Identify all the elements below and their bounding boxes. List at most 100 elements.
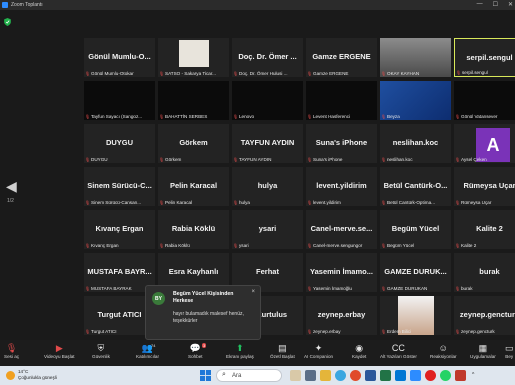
participant-name: Rümeysa Uçar xyxy=(463,181,515,190)
toolbar-shield-button[interactable]: ⛨ Güvenlik xyxy=(92,343,110,359)
word-icon[interactable] xyxy=(365,370,376,381)
participant-tile[interactable]: 🎙 Lenovo xyxy=(232,81,303,120)
participant-tile[interactable]: Canel-merve.se... 🎙 Canel-merve.sengungor xyxy=(306,210,377,249)
encryption-shield-icon[interactable] xyxy=(4,13,11,26)
participant-name: Ferhat xyxy=(256,267,279,276)
toolbar-record-button[interactable]: ◉ Kaydet xyxy=(352,343,366,359)
toolbar-mic-muted-button[interactable]: 🎙 Sesi aç xyxy=(4,343,19,359)
muted-mic-icon: 🎙 xyxy=(85,329,91,334)
muted-mic-icon: 🎙 xyxy=(159,200,165,205)
participant-tile[interactable]: Pelin Karacal 🎙 Pelin Karacal xyxy=(158,167,229,206)
toolbar-captions-button[interactable]: CC Alt Yazıları Göster xyxy=(380,343,417,359)
taskbar-app-landscape-icon[interactable] xyxy=(290,370,301,381)
toolbar-video-off-button[interactable]: ▶ Videoyu Başlat xyxy=(44,343,75,359)
participant-label: 🎙 zeynep.gencturk xyxy=(455,329,515,334)
toolbar-ai-companion-button[interactable]: ✦ AI Companion xyxy=(304,343,333,359)
taskbar-search[interactable]: ⌕ Ara xyxy=(216,369,282,382)
participant-tile[interactable]: Kıvanç Ergan 🎙 Kıvanç Ergan xyxy=(84,210,155,249)
toolbar-share-screen-button[interactable]: ⬆ Ekranı paylaş xyxy=(226,343,254,359)
participant-tile[interactable]: zeynep.erbay 🎙 zeynep.erbay xyxy=(306,296,377,335)
participant-tile[interactable]: levent.yildirim 🎙 levent.yildirim xyxy=(306,167,377,206)
maximize-button[interactable]: ☐ xyxy=(493,1,498,8)
participant-tile[interactable]: serpil.sengul 🎙 serpil.sengul xyxy=(454,38,515,77)
participant-tile[interactable]: hulya 🎙 hulya xyxy=(232,167,303,206)
participant-tile[interactable]: Doç. Dr. Ömer ... 🎙 Doç. Dr. Ömer Hulusi .… xyxy=(232,38,303,77)
system-tray-chevron-icon[interactable]: ^ xyxy=(472,372,474,378)
participant-tile[interactable]: Suna's iPhone 🎙 Suna's iPhone xyxy=(306,124,377,163)
close-button[interactable]: ✕ xyxy=(508,1,513,8)
participant-name: neslihan.koc xyxy=(392,138,439,147)
participant-name: Canel-merve.se... xyxy=(310,224,373,233)
toolbar-whiteboard-button[interactable]: ▭ Bey xyxy=(505,343,514,359)
outlook-icon[interactable] xyxy=(395,370,406,381)
excel-icon[interactable] xyxy=(380,370,391,381)
participant-tile[interactable]: Rümeysa Uçar 🎙 Rümeysa Uçar xyxy=(454,167,515,206)
window-controls: — ☐ ✕ xyxy=(477,1,513,8)
close-icon[interactable]: × xyxy=(251,289,255,295)
participant-tile[interactable]: Begüm Yücel 🎙 Begüm Yücel xyxy=(380,210,451,249)
participant-tile[interactable]: TAYFUN AYDIN 🎙 TAYFUN AYDIN xyxy=(232,124,303,163)
captions-icon: CC xyxy=(391,343,405,353)
participant-tile[interactable]: GAMZE DURUK... 🎙 GAMZE DURUKAN xyxy=(380,253,451,292)
participant-tile[interactable]: Betül Cantürk-O... 🎙 Betül Cantürk-Optima.… xyxy=(380,167,451,206)
participant-tile[interactable]: Sinem Sürücü-C... 🎙 Sinem Sürücü-Cansan... xyxy=(84,167,155,206)
minimize-button[interactable]: — xyxy=(477,1,483,8)
file-explorer-icon[interactable] xyxy=(320,370,331,381)
notification-message: hayır bulamadık malesef henüz, teşekkürl… xyxy=(173,311,244,324)
participant-tile[interactable]: zeynep.gencturk 🎙 zeynep.gencturk xyxy=(454,296,515,335)
participant-tile[interactable]: Yasemin İmamo... 🎙 Yasemin İmamoğlu xyxy=(306,253,377,292)
participant-name: Rabia Köklü xyxy=(171,224,216,233)
muted-mic-icon: 🎙 xyxy=(381,200,387,205)
weather-widget[interactable]: 14°C Çoğunlukla güneşli xyxy=(18,369,57,381)
chat-notification[interactable]: BY Begüm Yücel Kişisinden Herkese hayır … xyxy=(145,285,261,340)
record-icon: ◉ xyxy=(355,343,364,353)
participant-tile[interactable]: 🎙 Tayfun Sayacı (Sangoz... xyxy=(84,81,155,120)
participant-tile[interactable]: burak 🎙 burak xyxy=(454,253,515,292)
participant-tile[interactable]: Kalite 2 🎙 Kalite 2 xyxy=(454,210,515,249)
chrome-browser-icon[interactable] xyxy=(350,370,361,381)
participant-label: 🎙 Gönül Vatansever xyxy=(455,114,515,119)
participant-tile[interactable]: Görkem 🎙 Görkem xyxy=(158,124,229,163)
media-app-icon[interactable] xyxy=(425,370,436,381)
toolbar-apps-button[interactable]: ▦ Uygulamalar xyxy=(470,343,496,359)
participant-tile[interactable]: Rabia Köklü 🎙 Rabia Köklü xyxy=(158,210,229,249)
mic-muted-icon: 🎙 xyxy=(5,343,18,353)
participant-tile[interactable]: Gamze ERGENE 🎙 Gamze ERGENE xyxy=(306,38,377,77)
muted-mic-icon: 🎙 xyxy=(233,114,239,119)
participant-tile[interactable]: 🎙 SATSO - Sakarya Ticar... xyxy=(158,38,229,77)
participant-tile[interactable]: A 🎙 Aysel Çeken xyxy=(454,124,515,163)
participant-tile[interactable]: 🎙 Levent Hasferenci xyxy=(306,81,377,120)
toolbar-participants-button[interactable]: 👥 74 Katılımcılar xyxy=(136,343,159,359)
zoom-taskbar-icon[interactable] xyxy=(410,370,421,381)
participant-label-text: Rümeysa Uçar xyxy=(461,200,492,205)
page-indicator: 1/2 xyxy=(7,198,14,204)
participant-label: 🎙 Tayfun Sayacı (Sangoz... xyxy=(85,114,154,119)
participant-label: 🎙 hulya xyxy=(233,200,302,205)
pdf-app-icon[interactable] xyxy=(455,370,466,381)
participant-tile[interactable]: ysari 🎙 ysari xyxy=(232,210,303,249)
taskbar-task-view-icon[interactable] xyxy=(305,370,316,381)
participant-tile[interactable]: 🎙 Erdem Bilici xyxy=(380,296,451,335)
participant-label: 🎙 Aysel Çeken xyxy=(455,157,515,162)
toolbar-label: Uygulamalar xyxy=(470,354,496,359)
window-titlebar: Zoom Toplantı — ☐ ✕ xyxy=(0,0,515,10)
whatsapp-icon[interactable] xyxy=(440,370,451,381)
ai-companion-icon: ✦ xyxy=(314,343,323,353)
previous-page-arrow-icon[interactable]: ◀ xyxy=(6,178,17,195)
participant-tile[interactable]: 🎙 OKAY KAYHAN xyxy=(380,38,451,77)
windows-start-icon[interactable] xyxy=(200,370,211,381)
participant-tile[interactable]: DUYGU 🎙 DUYGU xyxy=(84,124,155,163)
muted-mic-icon: 🎙 xyxy=(307,71,313,76)
toolbar-summary-button[interactable]: ▤ Özetl Başlat xyxy=(270,343,295,359)
participant-label-text: serpil.sengul xyxy=(462,70,488,75)
participant-tile[interactable]: 🎙 BAHATTİN SERBES xyxy=(158,81,229,120)
participant-tile[interactable]: 🎙 Gönül Vatansever xyxy=(454,81,515,120)
participant-tile[interactable]: neslihan.koc 🎙 neslihan.koc xyxy=(380,124,451,163)
zoom-logo-icon xyxy=(2,2,8,8)
toolbar-chat-button[interactable]: 💬 3 Sohbet xyxy=(188,343,207,359)
participant-tile[interactable]: Gönül Mumlu-O... 🎙 Gönül Mumlu-Otokar xyxy=(84,38,155,77)
weather-sun-icon[interactable] xyxy=(6,371,15,380)
toolbar-reactions-button[interactable]: ☺ Reaksiyonlar xyxy=(430,343,457,359)
participant-tile[interactable]: 🎙 Beyza xyxy=(380,81,451,120)
edge-browser-icon[interactable] xyxy=(335,370,346,381)
